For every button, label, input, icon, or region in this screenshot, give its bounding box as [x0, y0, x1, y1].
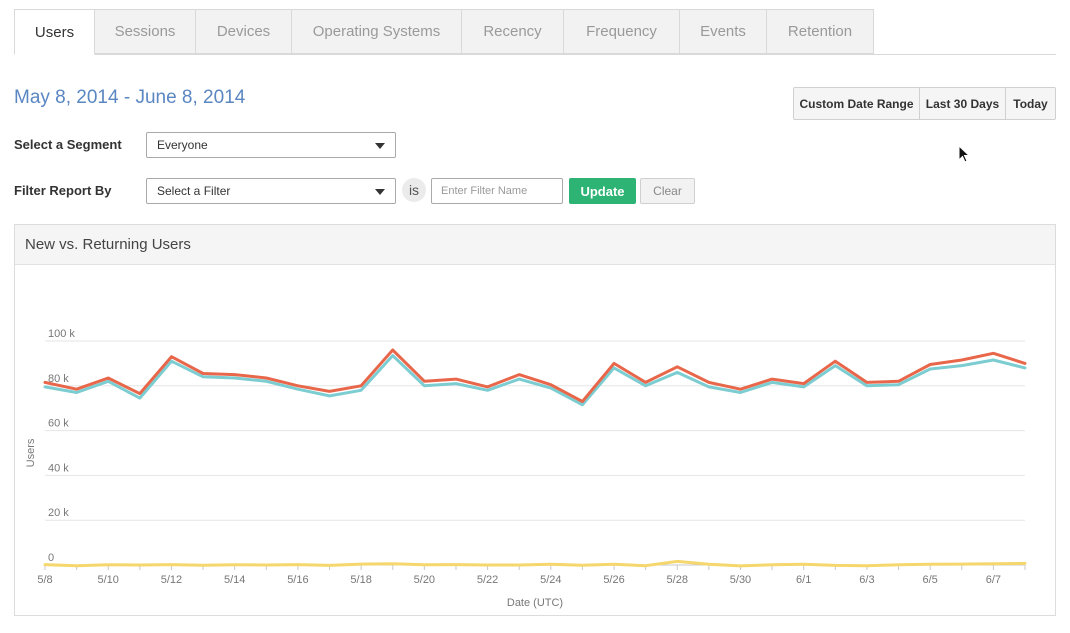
date-range-buttons: Custom Date Range Last 30 Days Today [793, 87, 1056, 120]
x-tick-label: 6/1 [796, 574, 811, 586]
y-axis-title: Users [25, 438, 37, 467]
tabs-divider [14, 54, 1056, 55]
filter-select-value: Select a Filter [157, 184, 231, 198]
chevron-down-icon [375, 189, 385, 195]
x-tick-label: 5/12 [161, 574, 182, 586]
tab-users[interactable]: Users [14, 9, 95, 55]
tab-sessions[interactable]: Sessions [94, 9, 196, 54]
chart-panel: New vs. Returning Users 0 20 k 40 k 60 k 80 … [14, 224, 1056, 616]
filter-label: Filter Report By [14, 183, 112, 198]
x-tick-label: 5/16 [287, 574, 308, 586]
x-tick-label: 6/7 [986, 574, 1001, 586]
tab-retention[interactable]: Retention [766, 9, 874, 54]
series-line-0 [43, 348, 1027, 403]
y-tick-label: 100 k [48, 328, 75, 340]
segment-select-value: Everyone [157, 138, 208, 152]
today-button[interactable]: Today [1006, 88, 1055, 119]
mouse-cursor-icon [958, 145, 971, 163]
x-tick-label: 5/14 [224, 574, 245, 586]
x-tick-label: 5/8 [37, 574, 52, 586]
x-tick-label: 5/20 [414, 574, 435, 586]
x-tick-label: 5/24 [540, 574, 561, 586]
x-tick-label: 5/10 [98, 574, 119, 586]
tab-frequency[interactable]: Frequency [563, 9, 680, 54]
segment-label: Select a Segment [14, 137, 122, 152]
tab-operating-systems[interactable]: Operating Systems [291, 9, 462, 54]
chevron-down-icon [375, 143, 385, 149]
date-range-title: May 8, 2014 - June 8, 2014 [14, 87, 246, 108]
x-axis-title: Date (UTC) [507, 597, 563, 609]
x-tick-label: 6/5 [923, 574, 938, 586]
x-tick-label: 5/26 [603, 574, 624, 586]
report-tabs: Users Sessions Devices Operating Systems… [14, 9, 1056, 55]
users-line-chart: 020 k40 k60 k80 k100 k5/8 5/10 5/12 5/14 5/1… [25, 328, 1027, 609]
segment-select[interactable]: Everyone [146, 132, 396, 158]
custom-date-range-button[interactable]: Custom Date Range [794, 88, 920, 119]
last-30-days-button[interactable]: Last 30 Days [920, 88, 1006, 119]
y-tick-label: 0 [48, 552, 54, 564]
tab-recency[interactable]: Recency [461, 9, 564, 54]
series-line-2 [43, 559, 1027, 568]
filter-select[interactable]: Select a Filter [146, 178, 396, 204]
tab-events[interactable]: Events [679, 9, 767, 54]
y-tick-label: 40 k [48, 462, 69, 474]
is-operator-badge: is [402, 178, 426, 202]
clear-button[interactable]: Clear [640, 178, 695, 204]
x-tick-label: 5/22 [477, 574, 498, 586]
x-tick-label: 6/3 [859, 574, 874, 586]
tab-devices[interactable]: Devices [195, 9, 292, 54]
filter-name-input[interactable] [431, 178, 563, 204]
x-tick-label: 5/28 [667, 574, 688, 586]
y-tick-label: 20 k [48, 507, 69, 519]
x-tick-label: 5/30 [730, 574, 751, 586]
y-tick-label: 60 k [48, 418, 69, 430]
x-tick-label: 5/18 [350, 574, 371, 586]
update-button[interactable]: Update [569, 178, 636, 204]
